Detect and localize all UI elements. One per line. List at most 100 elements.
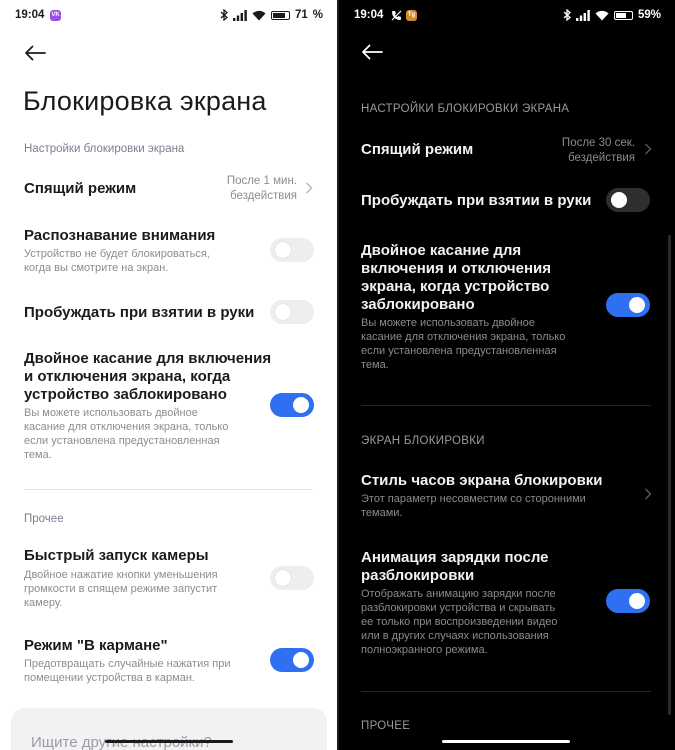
double-tap-label-line2: включения и отключения [361, 260, 551, 277]
double-tap-desc-line1: Вы можете использовать двойное [361, 317, 535, 329]
signal-icon [232, 9, 247, 21]
section-header-lock-settings: Настройки блокировки экрана [24, 143, 185, 155]
setting-wake-label: Пробуждать при взятии в руки [361, 192, 592, 209]
search-box[interactable]: Ищите другие настройки? [11, 708, 327, 750]
setting-double-tap-label: Двойное касание для включения и отключен… [24, 350, 271, 404]
charging-anim-desc-line3: ее только при воспроизведении видео [361, 616, 558, 628]
chevron-right-icon [645, 143, 652, 155]
sleep-value-line2: бездействия [230, 190, 297, 202]
wake-toggle[interactable] [270, 300, 314, 324]
page-title: Блокировка экрана [23, 86, 267, 116]
wifi-icon [252, 10, 266, 20]
camera-desc-line2: громкости в спящем режиме запустит [24, 583, 218, 595]
section-header-lock-screen: ЭКРАН БЛОКИРОВКИ [361, 435, 485, 447]
scrollbar[interactable] [668, 235, 671, 715]
attention-desc-line1: Устройство не будет блокироваться, [24, 248, 210, 260]
double-tap-label-line2: и отключения экрана, когда [24, 368, 231, 385]
toggle-knob [611, 192, 627, 208]
status-bar: 19:04 VK 71% [0, 0, 337, 30]
gesture-bar[interactable] [105, 740, 233, 743]
chevron-right-icon [306, 182, 313, 194]
setting-sleep-value: После 1 мин. бездействия [227, 174, 297, 204]
battery-icon [613, 10, 633, 20]
muted-call-icon [391, 10, 402, 21]
signal-icon [575, 9, 590, 21]
pocket-desc-line2: помещении устройства в карман. [24, 672, 195, 684]
toggle-knob [293, 397, 309, 413]
setting-clock-style-desc: Этот параметр несовместим со сторонними … [361, 492, 586, 520]
toggle-knob [275, 570, 291, 586]
setting-wake-label: Пробуждать при взятии в руки [24, 304, 255, 321]
gesture-bar[interactable] [442, 740, 570, 743]
percent-sign: % [312, 9, 323, 21]
status-icons: 71% [220, 9, 323, 21]
setting-clock-style-label: Стиль часов экрана блокировки [361, 472, 603, 489]
clock-style-desc-line2: темами. [361, 507, 403, 519]
double-tap-label-line1: Двойное касание для включения [24, 350, 272, 367]
setting-pocket-desc: Предотвращать случайные нажатия при поме… [24, 657, 230, 685]
setting-sleep-label: Спящий режим [361, 141, 474, 158]
status-time: 19:04 [354, 9, 384, 21]
status-time: 19:04 [15, 9, 45, 21]
charging-anim-label-line1: Анимация зарядки после [361, 549, 549, 566]
pocket-toggle[interactable] [270, 648, 314, 672]
sleep-value-line2: бездействия [568, 152, 635, 164]
toggle-knob [275, 304, 291, 320]
battery-percent: 71 [294, 9, 308, 21]
back-arrow-icon[interactable] [24, 45, 46, 61]
toggle-knob [629, 297, 645, 313]
setting-charging-anim-label: Анимация зарядки после разблокировки [361, 549, 549, 585]
pocket-desc-line1: Предотвращать случайные нажатия при [24, 658, 231, 670]
charging-anim-desc-line5: полноэкранного режима. [361, 644, 488, 656]
setting-camera-desc: Двойное нажатие кнопки уменьшения громко… [24, 568, 218, 610]
battery-percent: 59% [637, 9, 661, 21]
sleep-value-line1: После 1 мин. [226, 175, 297, 187]
back-arrow-icon[interactable] [361, 44, 383, 60]
attention-toggle[interactable] [270, 238, 314, 262]
double-tap-desc-line4: тема. [361, 359, 389, 371]
bluetooth-icon [563, 9, 571, 21]
chevron-right-icon [645, 488, 652, 500]
double-tap-label-line1: Двойное касание для [361, 242, 522, 259]
bluetooth-icon [220, 9, 228, 21]
setting-sleep-label: Спящий режим [24, 180, 137, 197]
section-divider [361, 405, 651, 406]
setting-charging-anim-desc: Отображать анимацию зарядки после разбло… [361, 587, 558, 657]
toggle-knob [275, 242, 291, 258]
charging-anim-label-line2: разблокировки [361, 567, 475, 584]
section-header-other: ПРОЧЕЕ [361, 720, 411, 732]
wifi-icon [595, 10, 609, 20]
double-tap-label-line4: заблокировано [361, 296, 475, 313]
double-tap-desc-line1: Вы можете использовать двойное [24, 407, 198, 419]
sleep-value-line1: После 30 сек. [561, 137, 635, 149]
double-tap-label-line3: устройство заблокировано [24, 386, 227, 403]
status-icons: 59% [563, 9, 661, 21]
clock-style-desc-line1: Этот параметр несовместим со сторонними [361, 493, 586, 505]
wake-toggle[interactable] [606, 188, 650, 212]
light-settings-screen: 19:04 VK 71% Блокировка экрана Настройки… [0, 0, 337, 750]
section-header-other: Прочее [24, 513, 64, 525]
setting-double-tap-label: Двойное касание для включения и отключен… [361, 242, 551, 314]
dark-settings-screen: 19:04 Tg 59% НАСТРОЙКИ БЛОКИРОВКИ ЭКРАНА… [339, 0, 675, 750]
setting-camera-label: Быстрый запуск камеры [24, 547, 209, 564]
status-bar: 19:04 Tg 59% [339, 0, 675, 30]
charging-anim-desc-line2: разблокировки устройства и скрывать [361, 602, 556, 614]
double-tap-desc-line3: если установлена предустановленная [24, 435, 220, 447]
toggle-knob [293, 652, 309, 668]
double-tap-toggle[interactable] [270, 393, 314, 417]
setting-double-tap-desc: Вы можете использовать двойное касание д… [24, 406, 228, 462]
setting-double-tap-desc: Вы можете использовать двойное касание д… [361, 316, 565, 372]
setting-attention-label: Распознавание внимания [24, 227, 216, 244]
camera-desc-line3: камеру. [24, 597, 63, 609]
charging-anim-desc-line4: или в других случаях использования [361, 630, 549, 642]
charging-anim-toggle[interactable] [606, 589, 650, 613]
charging-anim-desc-line1: Отображать анимацию зарядки после [361, 588, 556, 600]
double-tap-desc-line2: касание для отключения экрана, только [24, 421, 229, 433]
app-badge-icon: VK [50, 10, 61, 21]
camera-toggle[interactable] [270, 566, 314, 590]
double-tap-toggle[interactable] [606, 293, 650, 317]
setting-sleep-value: После 30 сек. бездействия [562, 136, 635, 166]
double-tap-label-line3: экрана, когда устройство [361, 278, 550, 295]
double-tap-desc-line2: касание для отключения экрана, только [361, 331, 566, 343]
setting-attention-desc: Устройство не будет блокироваться, когда… [24, 247, 210, 275]
